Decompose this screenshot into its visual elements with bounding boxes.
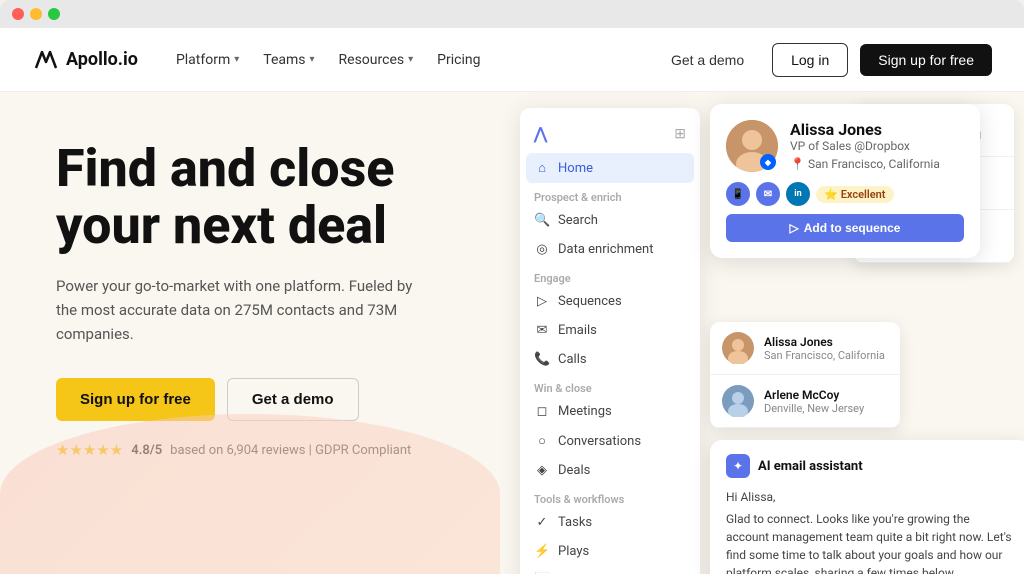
sidebar-item-search[interactable]: 🔍 Search xyxy=(520,206,700,235)
chevron-down-icon: ▾ xyxy=(408,54,413,65)
contact-info: Alissa Jones VP of Sales @Dropbox 📍 San … xyxy=(790,120,940,171)
add-sequence-button[interactable]: ▷ Add to sequence xyxy=(726,214,964,242)
calls-icon: 📞 xyxy=(534,352,550,367)
ai-icon: ✦ xyxy=(726,454,750,478)
contact-job-title: VP of Sales @Dropbox xyxy=(790,139,940,153)
sidebar-engage-label: Engage xyxy=(520,264,700,287)
ai-email-header: ✦ AI email assistant xyxy=(726,454,1014,478)
sidebar-prospect-label: Prospect & enrich xyxy=(520,183,700,206)
nav-actions: Get a demo Log in Sign up for free xyxy=(655,43,992,77)
deals-icon: ◈ xyxy=(534,463,550,478)
email-social-icon[interactable]: ✉ xyxy=(756,182,780,206)
maximize-dot[interactable] xyxy=(48,8,60,20)
sidebar-tools-label: Tools & workflows xyxy=(520,485,700,508)
ai-email-card: ✦ AI email assistant Hi Alissa, Glad to … xyxy=(710,440,1024,574)
grid-icon: ⊞ xyxy=(674,126,686,142)
apollo-sidebar: ⋀ ⊞ ⌂ Home Prospect & enrich 🔍 Search ◎ … xyxy=(520,108,700,574)
sequences-icon: ▷ xyxy=(534,294,550,309)
login-button[interactable]: Log in xyxy=(772,43,848,77)
sidebar-item-emails[interactable]: ✉ Emails xyxy=(520,316,700,345)
sidebar-item-deals[interactable]: ◈ Deals xyxy=(520,456,700,485)
sidebar-item-tasks[interactable]: ✓ Tasks xyxy=(520,508,700,537)
sidebar-item-meetings[interactable]: ◻ Meetings xyxy=(520,397,700,426)
phone-icon[interactable]: 📱 xyxy=(726,182,750,206)
list-item[interactable]: Arlene McCoy Denville, New Jersey xyxy=(710,375,900,428)
rating-badge: ⭐ Excellent xyxy=(816,186,894,203)
chevron-down-icon: ▾ xyxy=(234,54,239,65)
conversations-icon: ○ xyxy=(534,433,550,449)
sidebar-item-sequences[interactable]: ▷ Sequences xyxy=(520,287,700,316)
nav-teams[interactable]: Teams ▾ xyxy=(253,46,324,74)
ai-email-body: Hi Alissa, Glad to connect. Looks like y… xyxy=(726,488,1014,574)
sidebar-item-conversations[interactable]: ○ Conversations xyxy=(520,426,700,456)
ui-preview: ⋀ ⊞ ⌂ Home Prospect & enrich 🔍 Search ◎ … xyxy=(500,92,1024,574)
plays-icon: ⚡ xyxy=(534,544,550,559)
enrichment-icon: ◎ xyxy=(534,242,550,257)
hero-subtitle: Power your go-to-market with one platfor… xyxy=(56,274,436,346)
search-icon: 🔍 xyxy=(534,213,550,228)
sidebar-item-plays[interactable]: ⚡ Plays xyxy=(520,537,700,566)
contact-list-avatar xyxy=(722,332,754,364)
sidebar-item-calls[interactable]: 📞 Calls xyxy=(520,345,700,374)
nav-links: Platform ▾ Teams ▾ Resources ▾ Pricing xyxy=(166,46,655,74)
nav-platform[interactable]: Platform ▾ xyxy=(166,46,249,74)
window-chrome xyxy=(0,0,1024,28)
contact-location: 📍 San Francisco, California xyxy=(790,157,940,171)
signup-hero-button[interactable]: Sign up for free xyxy=(56,378,215,421)
contact-social: 📱 ✉ in ⭐ Excellent xyxy=(726,182,964,206)
nav-resources[interactable]: Resources ▾ xyxy=(329,46,424,74)
contacts-list: Alissa Jones San Francisco, California A… xyxy=(710,322,900,428)
emails-icon: ✉ xyxy=(534,323,550,338)
contact-card: ◆ Alissa Jones VP of Sales @Dropbox 📍 Sa… xyxy=(710,104,980,258)
hero-title: Find and close your next deal xyxy=(56,140,460,254)
sidebar-logo-row: ⋀ ⊞ xyxy=(520,120,700,153)
apollo-logo-icon: ⋀ xyxy=(534,124,547,143)
nav-pricing[interactable]: Pricing xyxy=(427,46,490,74)
contact-list-avatar xyxy=(722,385,754,417)
location-icon: 📍 xyxy=(790,157,805,171)
main-content: Find and close your next deal Power your… xyxy=(0,92,1024,574)
navbar: Apollo.io Platform ▾ Teams ▾ Resources ▾… xyxy=(0,28,1024,92)
ai-email-title: AI email assistant xyxy=(758,459,863,474)
meetings-icon: ◻ xyxy=(534,404,550,419)
sidebar-item-analytics[interactable]: 📊 Analytics xyxy=(520,566,700,574)
add-icon: ▷ xyxy=(790,221,799,235)
home-icon: ⌂ xyxy=(534,160,550,176)
linkedin-icon[interactable]: in xyxy=(786,182,810,206)
logo-text: Apollo.io xyxy=(66,49,138,70)
contact-header: ◆ Alissa Jones VP of Sales @Dropbox 📍 Sa… xyxy=(726,120,964,172)
chevron-down-icon: ▾ xyxy=(310,54,315,65)
list-item[interactable]: Alissa Jones San Francisco, California xyxy=(710,322,900,375)
bg-blob xyxy=(0,414,500,574)
sidebar-item-data-enrichment[interactable]: ◎ Data enrichment xyxy=(520,235,700,264)
minimize-dot[interactable] xyxy=(30,8,42,20)
sidebar-win-label: Win & close xyxy=(520,374,700,397)
signup-nav-button[interactable]: Sign up for free xyxy=(860,44,992,76)
close-dot[interactable] xyxy=(12,8,24,20)
sidebar-item-home[interactable]: ⌂ Home xyxy=(526,153,694,183)
tasks-icon: ✓ xyxy=(534,515,550,530)
contact-name: Alissa Jones xyxy=(790,120,940,139)
logo[interactable]: Apollo.io xyxy=(32,46,138,74)
dropbox-badge: ◆ xyxy=(760,154,776,170)
get-demo-button[interactable]: Get a demo xyxy=(655,44,760,76)
